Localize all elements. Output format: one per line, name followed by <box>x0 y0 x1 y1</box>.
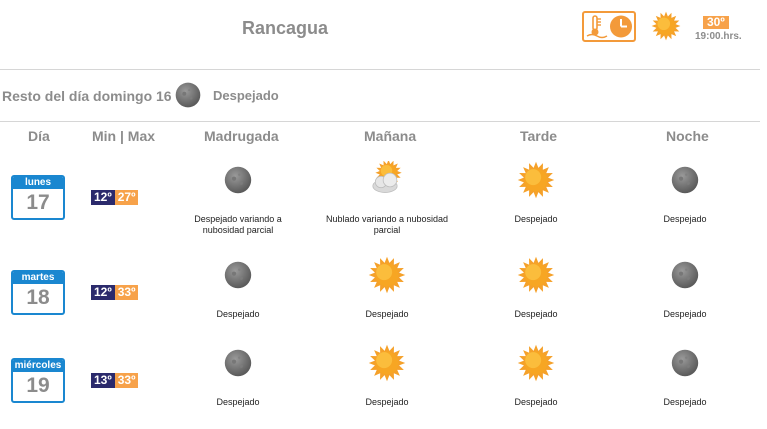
moon-clear-icon <box>670 260 700 295</box>
moon-clear-icon <box>223 260 253 295</box>
max-temp: 33º <box>114 285 139 300</box>
calendar-badge: miércoles 19 <box>11 358 65 403</box>
calendar-badge: martes 18 <box>11 270 65 315</box>
sun-icon <box>517 161 555 204</box>
date-number: 19 <box>26 374 50 397</box>
forecast-description: Despejado <box>663 309 707 319</box>
column-header-tarde: Tarde <box>520 128 558 144</box>
min-max-temps: 13º 33º <box>91 373 139 388</box>
column-header-minmax: Min | Max <box>92 128 156 144</box>
sun-icon <box>517 344 555 387</box>
moon-clear-icon <box>223 348 253 383</box>
rest-of-day-label: Resto del día domingo 16 <box>2 88 172 104</box>
forecast-description: Despejado <box>514 309 558 319</box>
forecast-description: Despejado <box>365 309 409 319</box>
sun-icon <box>368 344 406 387</box>
sun-icon <box>517 256 555 299</box>
thermometer-clock-icon[interactable] <box>582 11 636 42</box>
moon-clear-icon <box>223 165 253 200</box>
moon-clear-icon <box>670 348 700 383</box>
min-temp: 12º <box>91 190 115 205</box>
max-temp: 27º <box>114 190 139 205</box>
min-temp: 13º <box>91 373 115 388</box>
sun-icon <box>651 11 681 46</box>
forecast-description: Despejado <box>365 397 409 407</box>
forecast-description: Despejado <box>514 397 558 407</box>
weather-widget: Rancagua 30º 19:00.hrs. Resto del día do… <box>0 0 767 429</box>
weekday-label: lunes <box>13 177 63 189</box>
sun-icon <box>368 256 406 299</box>
moon-clear-icon <box>670 165 700 200</box>
column-header-day: Día <box>28 128 50 144</box>
min-max-temps: 12º 27º <box>91 190 139 205</box>
current-time: 19:00.hrs. <box>695 31 742 42</box>
forecast-description: Despejado <box>663 214 707 224</box>
divider <box>0 69 760 70</box>
sun-cloud-icon <box>368 159 406 204</box>
column-header-manana: Mañana <box>364 128 417 144</box>
forecast-description: Despejado <box>216 309 260 319</box>
column-header-noche: Noche <box>666 128 709 144</box>
date-number: 17 <box>26 191 50 214</box>
moon-clear-icon <box>174 81 202 114</box>
divider <box>0 121 760 122</box>
rest-of-day-description: Despejado <box>213 88 279 103</box>
city-title: Rancagua <box>242 18 329 38</box>
calendar-badge: lunes 17 <box>11 175 65 220</box>
forecast-description: Despejado <box>663 397 707 407</box>
max-temp: 33º <box>114 373 139 388</box>
min-temp: 12º <box>91 285 115 300</box>
weekday-label: miércoles <box>13 360 63 372</box>
weekday-label: martes <box>13 272 63 284</box>
forecast-description: Nublado variando a nubosidad parcial <box>325 214 449 235</box>
min-max-temps: 12º 33º <box>91 285 139 300</box>
forecast-description: Despejado <box>216 397 260 407</box>
column-header-madrugada: Madrugada <box>204 128 279 144</box>
current-temperature: 30º <box>703 16 729 29</box>
forecast-description: Despejado <box>514 214 558 224</box>
date-number: 18 <box>26 286 50 309</box>
forecast-description: Despejado variando a nubosidad parcial <box>194 214 282 235</box>
